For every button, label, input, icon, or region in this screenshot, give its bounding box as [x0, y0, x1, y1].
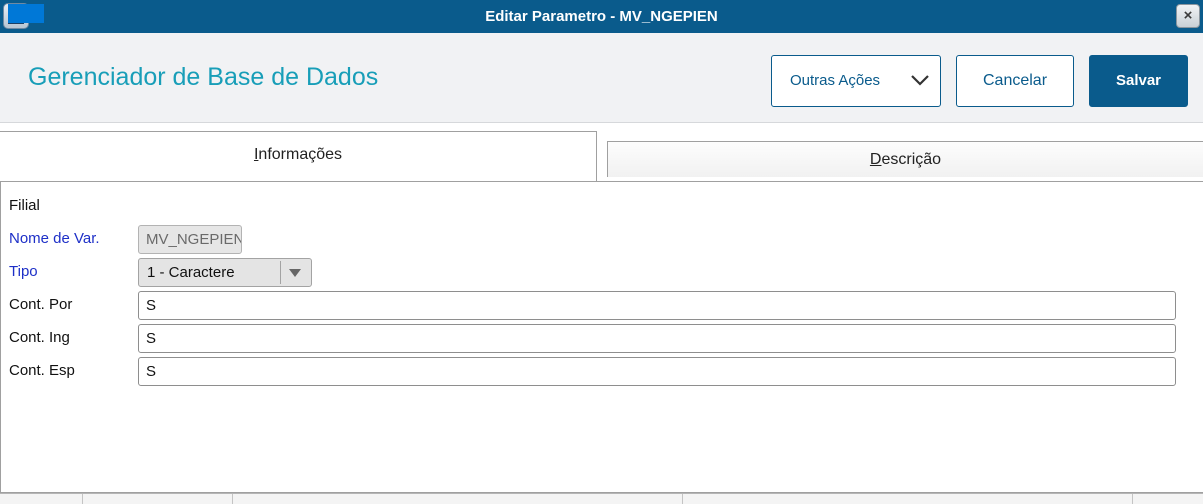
- window-title: Editar Parametro - MV_NGEPIEN: [485, 8, 718, 25]
- tab-informacoes[interactable]: Informações: [0, 131, 597, 182]
- tab-descricao[interactable]: Descrição: [607, 141, 1203, 177]
- grid-column-divider: [682, 494, 683, 504]
- tipo-label: Tipo: [9, 263, 38, 280]
- grid-column-divider: [1132, 494, 1133, 504]
- title-bar: Editar Parametro - MV_NGEPIEN ×: [0, 0, 1203, 33]
- cont-ing-field[interactable]: S: [138, 324, 1176, 353]
- tab-descricao-mnemonic: D: [869, 151, 882, 168]
- other-actions-button[interactable]: Outras Ações: [771, 55, 941, 107]
- other-actions-label: Outras Ações: [790, 72, 881, 89]
- save-button[interactable]: Salvar: [1089, 55, 1188, 107]
- filial-selection-highlight: [8, 4, 44, 23]
- page-header: Gerenciador de Base de Dados Outras Açõe…: [0, 33, 1203, 123]
- cont-esp-field[interactable]: S: [138, 357, 1176, 386]
- cont-por-field[interactable]: S: [138, 291, 1176, 320]
- tipo-select[interactable]: 1 - Caractere: [138, 258, 312, 287]
- page-title: Gerenciador de Base de Dados: [28, 63, 379, 91]
- nome-var-label: Nome de Var.: [9, 230, 100, 247]
- tab-descricao-label: escrição: [881, 151, 942, 168]
- close-icon[interactable]: ×: [1176, 4, 1200, 28]
- cont-esp-label: Cont. Esp: [9, 362, 75, 379]
- dropdown-arrow-icon[interactable]: [289, 269, 301, 277]
- grid-column-divider: [232, 494, 233, 504]
- cont-por-label: Cont. Por: [9, 296, 73, 313]
- tab-informacoes-label: nformações: [258, 146, 343, 163]
- filial-label: Filial: [9, 197, 40, 214]
- edit-parameter-window: Editar Parametro - MV_NGEPIEN × Gerencia…: [0, 0, 1203, 504]
- nome-var-field: MV_NGEPIEN: [138, 225, 242, 254]
- grid-column-divider: [82, 494, 83, 504]
- chevron-down-icon: [911, 75, 929, 86]
- cont-ing-label: Cont. Ing: [9, 329, 70, 346]
- tipo-select-divider: [280, 261, 281, 284]
- cancel-button[interactable]: Cancelar: [956, 55, 1074, 107]
- underlying-grid-strip: [0, 493, 1203, 504]
- tipo-selected-value: 1 - Caractere: [147, 264, 235, 281]
